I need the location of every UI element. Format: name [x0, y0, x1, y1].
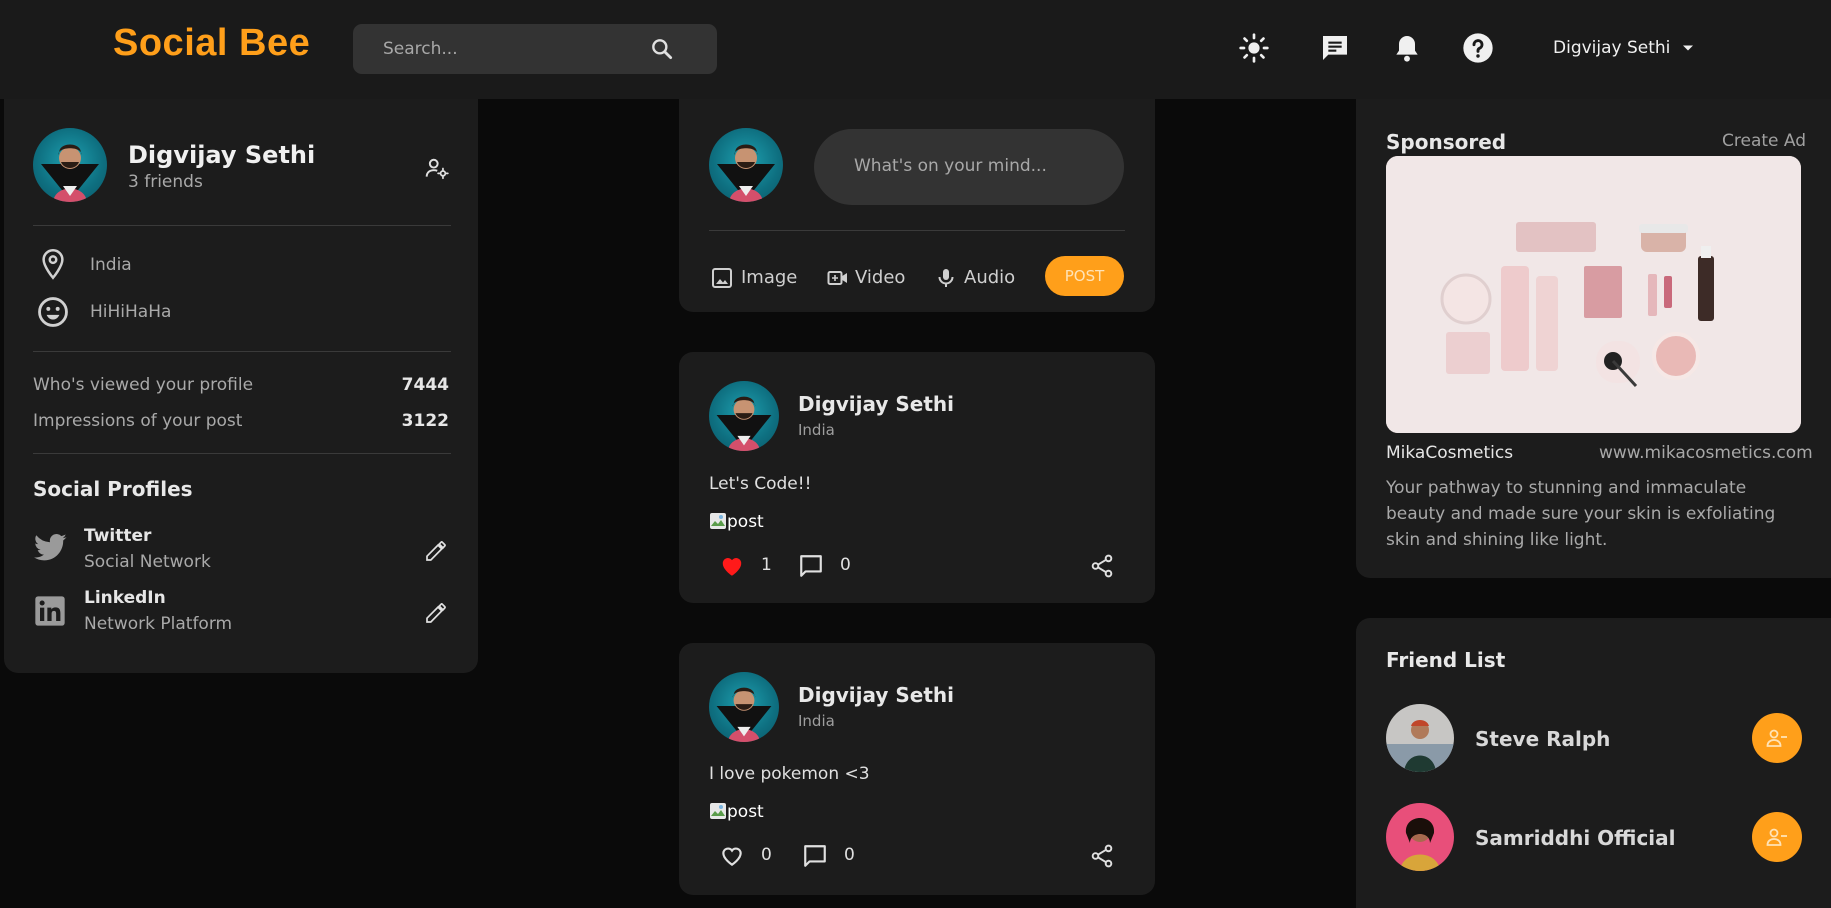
post-image-alt: post — [727, 512, 764, 532]
linkedin-icon — [34, 595, 66, 627]
brand-logo[interactable]: Social Bee — [113, 22, 310, 65]
social-sub-linkedin: Network Platform — [84, 614, 233, 634]
social-name-linkedin[interactable]: LinkedIn — [84, 588, 166, 608]
video-icon[interactable] — [826, 266, 850, 290]
comment-count: 0 — [844, 845, 855, 865]
comment-icon[interactable] — [798, 553, 824, 579]
friend-name[interactable]: Steve Ralph — [1475, 727, 1610, 751]
remove-friend-button[interactable] — [1752, 713, 1802, 763]
post-author[interactable]: Digvijay Sethi — [798, 683, 954, 707]
social-profiles-title: Social Profiles — [33, 477, 193, 501]
ad-brand[interactable]: MikaCosmetics — [1386, 443, 1513, 463]
ad-image[interactable] — [1386, 156, 1801, 433]
search-box[interactable]: Search... — [353, 24, 717, 74]
like-count: 0 — [761, 845, 772, 865]
user-menu[interactable]: Digvijay Sethi — [1553, 38, 1670, 58]
social-sub-twitter: Social Network — [84, 552, 211, 572]
sponsored-panel: Sponsored Create Ad MikaCosmetics www.mi… — [1356, 99, 1831, 578]
post-card: Digvijay Sethi India Let's Code!! post 1… — [679, 352, 1155, 603]
post-image-alt: post — [727, 802, 764, 822]
theme-light-icon[interactable] — [1238, 32, 1270, 64]
profile-name[interactable]: Digvijay Sethi — [128, 141, 315, 169]
chevron-down-icon[interactable] — [1678, 38, 1698, 58]
post-text: I love pokemon <3 — [709, 764, 870, 784]
like-count: 1 — [761, 555, 772, 575]
location-icon — [38, 247, 68, 281]
avatar[interactable] — [33, 128, 107, 202]
comment-icon[interactable] — [802, 843, 828, 869]
divider — [33, 453, 451, 454]
avatar[interactable] — [709, 672, 779, 742]
heart-outline-icon[interactable] — [719, 843, 745, 869]
search-input[interactable]: Search... — [383, 39, 458, 59]
ad-description: Your pathway to stunning and immaculate … — [1386, 478, 1776, 550]
post-input-placeholder[interactable]: What's on your mind... — [854, 156, 1047, 176]
post-button[interactable]: POST — [1045, 256, 1124, 296]
friend-list-panel: Friend List Steve Ralph Samriddhi Offici… — [1356, 618, 1831, 908]
profile-views-label: Who's viewed your profile — [33, 375, 254, 395]
occupation-text: HiHiHaHa — [90, 302, 172, 322]
post-composer: What's on your mind... Image Video Audio… — [679, 99, 1155, 312]
profile-views-value: 7444 — [401, 375, 449, 395]
search-icon[interactable] — [649, 36, 675, 62]
location-text: India — [90, 255, 132, 275]
twitter-icon — [34, 533, 68, 563]
audio-action[interactable]: Audio — [964, 267, 1015, 288]
manage-account-icon[interactable] — [424, 155, 450, 181]
message-icon[interactable] — [1319, 32, 1351, 64]
remove-friend-button[interactable] — [1752, 812, 1802, 862]
heart-filled-icon[interactable] — [719, 553, 745, 579]
edit-icon[interactable] — [424, 539, 448, 563]
post-input[interactable]: What's on your mind... — [814, 129, 1124, 205]
divider — [33, 225, 451, 226]
impressions-label: Impressions of your post — [33, 411, 243, 431]
post-location: India — [798, 712, 835, 730]
avatar[interactable] — [709, 381, 779, 451]
top-navbar: Social Bee Search... Digvijay Sethi — [0, 0, 1831, 99]
profile-panel: Digvijay Sethi 3 friends India HiHiHaHa … — [4, 99, 478, 673]
broken-image-icon — [709, 512, 727, 530]
divider — [709, 230, 1125, 231]
post-location: India — [798, 421, 835, 439]
image-action[interactable]: Image — [741, 267, 797, 288]
friend-list-title: Friend List — [1386, 648, 1506, 672]
divider — [33, 351, 451, 352]
microphone-icon[interactable] — [934, 266, 958, 290]
remove-friend-icon — [1766, 729, 1787, 747]
friend-name[interactable]: Samriddhi Official — [1475, 826, 1676, 850]
share-icon[interactable] — [1089, 553, 1115, 579]
friends-count: 3 friends — [128, 172, 203, 192]
avatar[interactable] — [709, 128, 783, 202]
image-icon[interactable] — [710, 266, 734, 290]
video-action[interactable]: Video — [855, 267, 905, 288]
notification-bell-icon[interactable] — [1391, 32, 1423, 64]
social-name-twitter[interactable]: Twitter — [84, 526, 151, 546]
avatar[interactable] — [1386, 704, 1454, 772]
broken-image-icon — [709, 802, 727, 820]
help-icon[interactable] — [1462, 32, 1494, 64]
sponsored-title: Sponsored — [1386, 130, 1507, 154]
avatar[interactable] — [1386, 803, 1454, 871]
ad-url[interactable]: www.mikacosmetics.com — [1599, 443, 1813, 463]
emoji-icon — [36, 295, 70, 329]
remove-friend-icon — [1766, 828, 1787, 846]
comment-count: 0 — [840, 555, 851, 575]
post-author[interactable]: Digvijay Sethi — [798, 392, 954, 416]
edit-icon[interactable] — [424, 601, 448, 625]
share-icon[interactable] — [1089, 843, 1115, 869]
create-ad-link[interactable]: Create Ad — [1722, 131, 1806, 151]
impressions-value: 3122 — [401, 411, 449, 431]
post-card: Digvijay Sethi India I love pokemon <3 p… — [679, 643, 1155, 895]
post-text: Let's Code!! — [709, 474, 812, 494]
